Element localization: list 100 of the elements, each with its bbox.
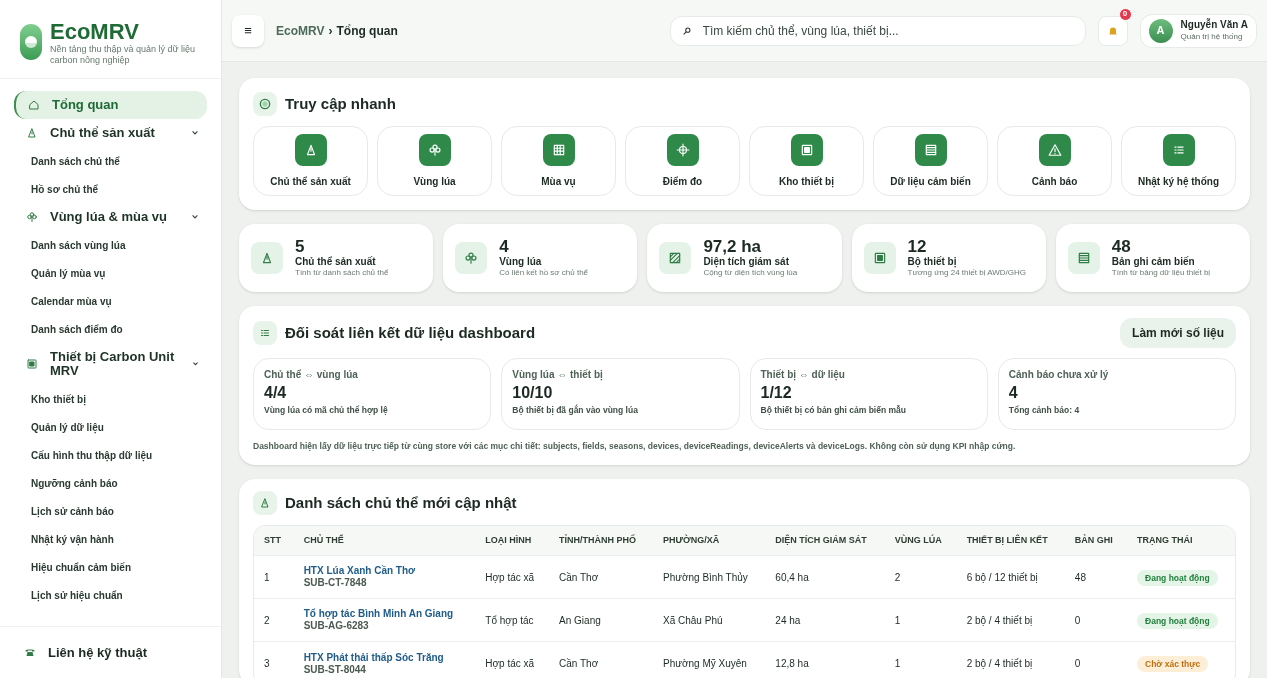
chevron-icon xyxy=(191,129,199,137)
notification-badge: 0 xyxy=(1118,7,1132,21)
sidebar-group[interactable]: Chủ thể sản xuất xyxy=(14,119,207,147)
brand-tagline: Nền tảng thu thập và quản lý dữ liệu carbon nông nghiệp xyxy=(50,44,197,66)
tile-title: Vùng lúa ⇔ thiết bị xyxy=(512,368,604,382)
stat-value: 4 xyxy=(499,237,510,256)
breadcrumb-current: Tổng quan xyxy=(336,22,398,40)
user-menu[interactable]: A Nguyễn Văn A Quản trị hệ thống xyxy=(1139,13,1257,48)
menu-button[interactable]: ≡ xyxy=(232,14,264,47)
column-header: PHƯỜNG/XÃ xyxy=(653,525,766,556)
subject-link[interactable]: Tổ hợp tác Bình Minh An Giang xyxy=(303,608,466,621)
support-link[interactable]: Liên hệ kỹ thuật xyxy=(48,642,147,662)
stat-caption: Có liên kết hồ sơ chủ thể xyxy=(499,268,589,279)
table-cell: 1 xyxy=(884,598,957,642)
table-cell: 24 ha xyxy=(765,598,885,642)
tile-caption: Bộ thiết bị có bản ghi cảm biến mẫu xyxy=(760,404,907,417)
sidebar-group[interactable]: Vùng lúa & mùa vụ xyxy=(14,203,207,231)
sidebar-item[interactable]: Tổng quan xyxy=(14,91,207,119)
search-field[interactable]: Tìm kiếm chủ thể, vùng lúa, thiết bị... xyxy=(669,15,1086,46)
data-source-note: Dashboard hiện lấy dữ liệu trực tiếp từ cùng store với các mục chi tiết: subjects, fields, seasons, devices, deviceReadings, deviceAlerts và deviceLogs. Không còn sử dụng KPI nhập cứng. xyxy=(253,440,1017,453)
sidebar-subitem[interactable]: Danh sách chủ thể xyxy=(14,147,207,175)
table-cell: 3 xyxy=(254,641,294,678)
column-header: STT xyxy=(254,525,294,556)
subject-link[interactable]: HTX Lúa Xanh Cần Thơ xyxy=(303,565,466,578)
sidebar-subitem[interactable]: Quản lý dữ liệu xyxy=(14,413,207,441)
quick-access-tile[interactable]: Dữ liệu cảm biến xyxy=(873,126,988,196)
target-icon xyxy=(253,92,277,116)
sidebar-subitem[interactable]: Danh sách điểm đo xyxy=(14,315,207,343)
user-name: Nguyễn Văn A xyxy=(1180,18,1248,31)
column-header: BẢN GHI xyxy=(1064,525,1127,556)
user-avatar: A xyxy=(1148,18,1173,43)
table-cell: 6 bộ / 12 thiết bị xyxy=(956,555,1065,599)
quick-access-tile[interactable]: Kho thiết bị xyxy=(749,126,864,196)
table-cell: 2 xyxy=(884,555,957,599)
section-title: Truy cập nhanh xyxy=(285,93,396,114)
status-badge: Chờ xác thực xyxy=(1137,656,1209,672)
crosshair-icon xyxy=(675,142,690,157)
table-cell: 2 xyxy=(254,598,294,642)
list-icon xyxy=(259,327,271,339)
stat-label: Vùng lúa xyxy=(499,255,543,269)
breadcrumb-link[interactable]: EcoMRV xyxy=(276,21,325,40)
subject-link[interactable]: HTX Phát thải thấp Sóc Trăng xyxy=(303,651,466,664)
sidebar-subitem[interactable]: Nhật ký vận hành xyxy=(14,525,207,553)
stat-value: 5 xyxy=(295,237,306,256)
tile-caption: Bộ thiết bị đã gắn vào vùng lúa xyxy=(512,404,639,417)
stat-label: Chủ thể sản xuất xyxy=(295,255,377,269)
sidebar-subitem[interactable]: Quản lý mùa vụ xyxy=(14,259,207,287)
column-header: LOẠI HÌNH xyxy=(475,525,550,556)
sidebar-subitem[interactable]: Kho thiết bị xyxy=(14,385,207,413)
table-cell: 0 xyxy=(1064,641,1127,678)
sidebar-subitem[interactable]: Ngưỡng cảnh báo xyxy=(14,469,207,497)
breadcrumb-separator: › xyxy=(328,22,333,40)
sidebar-subitem[interactable]: Danh sách vùng lúa xyxy=(14,231,207,259)
sidebar-subitem[interactable]: Hồ sơ chủ thể xyxy=(14,175,207,203)
sidebar-subitem[interactable]: Lịch sử hiệu chuẩn xyxy=(14,581,207,609)
table-cell: 1 xyxy=(884,641,957,678)
subject-code: SUB-AG-6283 xyxy=(303,620,370,633)
table-cell: 12,8 ha xyxy=(765,641,885,678)
quick-access-tile[interactable]: Chủ thể sản xuất xyxy=(253,126,368,196)
hatched-square-icon xyxy=(668,251,683,265)
stat-caption: Cộng từ diện tích vùng lúa xyxy=(703,268,798,279)
sidebar-subitem[interactable]: Lịch sử cảnh báo xyxy=(14,497,207,525)
table-cell: Phường Bình Thủy xyxy=(653,555,766,599)
column-header: CHỦ THỂ xyxy=(293,525,476,556)
column-header: TỈNH/THÀNH PHỐ xyxy=(549,525,653,556)
stat-label: Bộ thiết bị xyxy=(907,255,958,269)
home-icon xyxy=(28,99,40,111)
warning-icon xyxy=(1047,142,1062,157)
table-cell: An Giang xyxy=(549,598,653,642)
table-cell: Tổ hợp tác xyxy=(475,598,550,642)
quick-access-tile[interactable]: Mùa vụ xyxy=(501,126,616,196)
sidebar-subitem[interactable]: Cấu hình thu thập dữ liệu xyxy=(14,441,207,469)
stat-value: 97,2 ha xyxy=(703,237,763,256)
phone-icon xyxy=(24,646,36,659)
table-cell: Hợp tác xã xyxy=(475,641,550,678)
tile-title: Cảnh báo chưa xử lý xyxy=(1008,368,1110,382)
refresh-button[interactable]: Làm mới số liệu xyxy=(1120,318,1236,348)
quick-access-tile[interactable]: Điểm đo xyxy=(625,126,740,196)
status-badge: Đang hoạt động xyxy=(1137,569,1218,586)
quick-access-tile[interactable]: Nhật ký hệ thống xyxy=(1121,126,1236,196)
brand-name: EcoMRV xyxy=(50,20,140,44)
table-cell: 60,4 ha xyxy=(765,555,885,599)
table-icon xyxy=(1076,251,1091,265)
stat-value: 48 xyxy=(1111,237,1132,256)
table-cell: Cần Thơ xyxy=(549,555,653,599)
sidebar-subitem[interactable]: Hiệu chuẩn cảm biến xyxy=(14,553,207,581)
status-badge: Đang hoạt động xyxy=(1137,612,1218,629)
logo-icon xyxy=(20,24,42,60)
table-cell: Hợp tác xã xyxy=(475,555,550,599)
stat-label: Diện tích giám sát xyxy=(703,255,790,269)
quick-access-tile[interactable]: Vùng lúa xyxy=(377,126,492,196)
sidebar-group[interactable]: Thiết bị Carbon Unit MRV xyxy=(14,343,207,385)
subject-code: SUB-CT-7848 xyxy=(303,577,368,590)
chevron-icon xyxy=(192,360,199,368)
notification-button[interactable] xyxy=(1097,15,1128,46)
tile-value: 10/10 xyxy=(512,383,554,403)
sidebar-subitem[interactable]: Calendar mùa vụ xyxy=(14,287,207,315)
tile-value: 4 xyxy=(1008,383,1019,403)
stat-label: Bản ghi cảm biến xyxy=(1111,255,1196,269)
quick-access-tile[interactable]: Cảnh báo xyxy=(997,126,1112,196)
